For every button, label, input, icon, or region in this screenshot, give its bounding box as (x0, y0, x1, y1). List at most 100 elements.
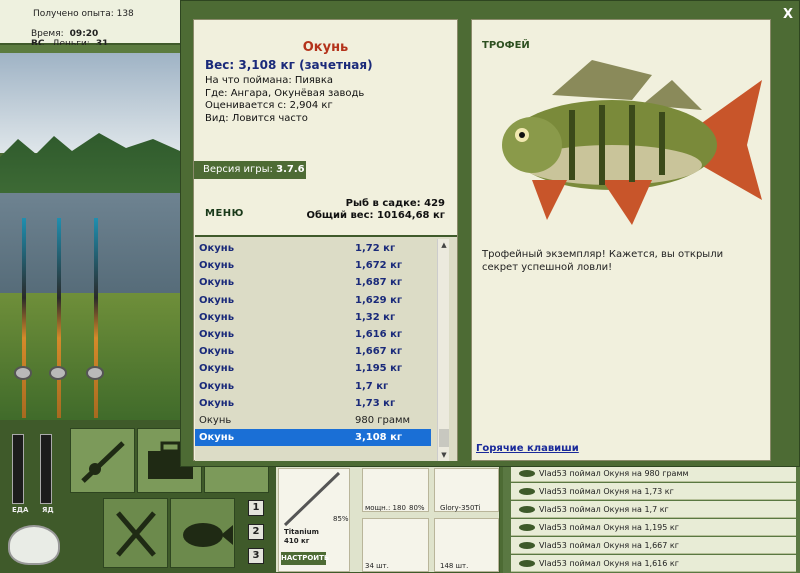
shore-grass (0, 293, 180, 420)
gear-panel: Titanium 410 кг 85% НАСТРОИТЬ мощн.: 180… (275, 465, 500, 573)
food-label: ЕДА (12, 506, 29, 514)
catch-row[interactable]: Окунь 1,672 кг (195, 257, 431, 274)
catch-fish-name: Окунь (199, 346, 235, 358)
rod-name: Titanium (284, 528, 319, 536)
catch-fish-name: Окунь (199, 277, 235, 289)
valued-from: Оценивается с: 2,904 кг (205, 100, 333, 111)
catch-fish-weight: 1,72 кг (355, 243, 396, 254)
fishing-scene[interactable] (0, 53, 180, 420)
status-bar: Получено опыта: 138 Время: 09:20 ВС Деньги… (0, 0, 180, 49)
food-bar (12, 434, 24, 504)
fish-name: Окунь (302, 40, 349, 55)
catch-fish-name: Окунь (199, 432, 235, 444)
slot-1-button[interactable]: 1 (248, 500, 264, 516)
caught-on: На что поймана: Пиявка (205, 75, 333, 86)
rod-weight: 410 кг (284, 537, 310, 545)
catch-row[interactable]: Окунь 1,616 кг (195, 326, 431, 343)
catch-fish-name: Окунь (199, 415, 232, 426)
hotkeys-link[interactable]: Горячие клавиши (476, 443, 579, 454)
fishing-rod-2[interactable] (57, 218, 61, 418)
experience-text: Получено опыта: 138 (33, 9, 134, 19)
fishing-rod-3[interactable] (94, 218, 98, 418)
divider (0, 45, 180, 53)
food-tile[interactable] (103, 498, 168, 568)
log-line: Vlad53 поймал Окуня на 980 грамм (511, 465, 796, 482)
trophy-message: Трофейный экземпляр! Кажется, вы открыли… (482, 249, 724, 273)
pot-icon[interactable] (8, 525, 60, 565)
fork-knife-icon (116, 511, 156, 557)
reel-3[interactable] (86, 366, 104, 380)
fish-icon (519, 542, 535, 549)
log-line: Vlad53 поймал Окуня на 1,73 кг (511, 483, 796, 500)
bait-count: 148 шт. (440, 562, 469, 570)
fish-icon (519, 524, 535, 531)
catch-fish-weight: 1,73 кг (355, 397, 396, 409)
reel-2[interactable] (49, 366, 67, 380)
catch-row[interactable]: Окунь 980 грамм (195, 412, 431, 429)
rod-tackle-tile[interactable] (70, 428, 135, 493)
fish-icon (519, 488, 535, 495)
scroll-thumb[interactable] (439, 429, 449, 447)
scrollbar[interactable]: ▲ ▼ (437, 239, 449, 461)
slot-3-button[interactable]: 3 (248, 548, 264, 564)
sky (0, 53, 180, 153)
scroll-down-icon[interactable]: ▼ (438, 449, 450, 461)
catch-row[interactable]: Окунь 1,687 кг (195, 274, 431, 291)
catch-log: Vlad53 поймал Окуня на 980 грамм Vlad53 … (503, 465, 800, 573)
reel-1[interactable] (14, 366, 32, 380)
catch-fish-name: Окунь (199, 294, 235, 306)
poison-bar (40, 434, 52, 504)
catch-fish-weight: 1,32 кг (355, 311, 396, 323)
fish-icon (519, 560, 535, 567)
fish-icon (519, 506, 535, 513)
setup-button[interactable]: НАСТРОИТЬ (281, 552, 329, 565)
catch-fish-name: Окунь (199, 363, 235, 375)
catch-row[interactable]: Окунь 3,108 кг (195, 429, 431, 447)
log-line: Vlad53 поймал Окуня на 1,7 кг (511, 501, 796, 518)
where-caught: Где: Ангара, Окунёвая заводь (205, 88, 365, 99)
catch-fish-weight: 1,672 кг (355, 260, 403, 272)
catch-row[interactable]: Окунь 1,72 кг (195, 240, 431, 257)
catch-fish-name: Окунь (199, 397, 235, 409)
fish-icon (183, 523, 233, 547)
log-line: Vlad53 поймал Окуня на 1,667 кг (511, 537, 796, 554)
catch-fish-weight: 1,687 кг (355, 277, 403, 289)
log-line: Vlad53 поймал Окуня на 1,195 кг (511, 519, 796, 536)
catch-fish-weight: 1,616 кг (355, 329, 403, 340)
poison-label: ЯД (42, 506, 54, 514)
fish-in-net: Рыб в садке: 429 (345, 198, 445, 209)
close-button[interactable]: X (783, 7, 793, 22)
catch-fish-name: Окунь (199, 380, 235, 392)
catch-fish-weight: 1,195 кг (355, 363, 403, 375)
fish-icon (519, 470, 535, 477)
fish-tile[interactable] (170, 498, 235, 568)
fishing-rod-1[interactable] (22, 218, 26, 418)
slot-2-button[interactable]: 2 (248, 524, 264, 540)
catch-row[interactable]: Окунь 1,195 кг (195, 360, 431, 377)
time-label: Время: (31, 29, 64, 39)
reel-durability: 80% (409, 504, 425, 512)
catch-fish-weight: 3,108 кг (355, 432, 403, 444)
catch-row[interactable]: Окунь 1,7 кг (195, 378, 431, 395)
catch-fish-name: Окунь (199, 243, 235, 254)
version-tag: Версия игры: 3.7.6 (194, 161, 306, 179)
catch-fish-weight: 1,7 кг (355, 380, 389, 392)
catch-fish-name: Окунь (199, 329, 235, 340)
log-line: Vlad53 поймал Окуня на 1,616 кг (511, 555, 796, 572)
catch-dialog: X Окунь Вес: 3,108 кг (зачетная) На что … (180, 0, 800, 467)
total-weight: Общий вес: 10164,68 кг (306, 210, 445, 221)
catch-fish-weight: 980 грамм (355, 415, 411, 426)
catch-row[interactable]: Окунь 1,73 кг (195, 395, 431, 412)
catch-row[interactable]: Окунь 1,629 кг (195, 292, 431, 309)
catch-list[interactable]: ▲ ▼ Окунь 1,72 кг Окунь 1,672 кг Окунь 1,687 … (195, 235, 457, 461)
reel-power: мощн.: 180 (365, 504, 406, 512)
fish-kind: Вид: Ловится часто (205, 113, 308, 124)
hooks-count: 34 шт. (365, 562, 389, 570)
catch-row[interactable]: Окунь 1,667 кг (195, 343, 431, 360)
line-name: Glory-350Ti (440, 504, 481, 512)
catch-fish-weight: 1,667 кг (355, 346, 403, 358)
catch-row[interactable]: Окунь 1,32 кг (195, 309, 431, 326)
catch-fish-name: Окунь (199, 311, 235, 323)
scroll-up-icon[interactable]: ▲ (438, 239, 450, 251)
menu-link[interactable]: МЕНЮ (205, 208, 244, 219)
